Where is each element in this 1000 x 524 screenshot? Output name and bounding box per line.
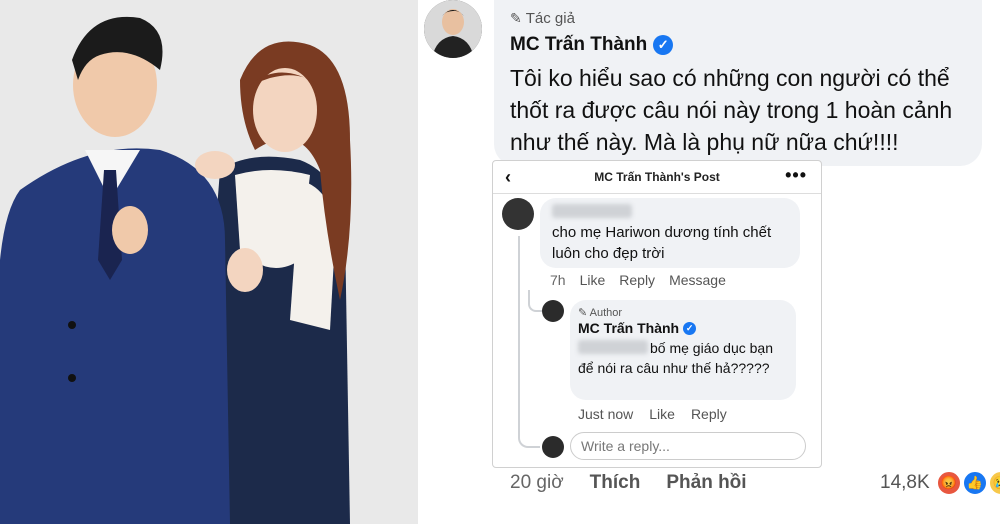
reply-input-avatar (542, 436, 564, 458)
reaction-summary[interactable]: 14,8K 😡 👍 😢 (880, 470, 1000, 496)
reply-button[interactable]: Phản hồi (666, 472, 746, 494)
comment1-reply: Reply (619, 272, 656, 288)
angry-reaction-icon: 😡 (935, 470, 962, 496)
reply-author-avatar (542, 300, 564, 322)
comment2-name-row: MC Trấn Thành ✓ (578, 320, 697, 336)
comment2-like: Like (649, 406, 675, 422)
comment2-actions: Just now Like Reply (578, 406, 727, 422)
thread-connector (528, 290, 542, 312)
commenter-avatar (502, 198, 534, 230)
author-avatar[interactable] (424, 0, 482, 58)
author-name-row[interactable]: MC Trấn Thành ✓ (510, 34, 674, 56)
comment1-text: cho mẹ Hariwon dương tính chết luôn cho … (552, 224, 772, 262)
reply-input: Write a reply... (570, 432, 806, 460)
comment2-time: Just now (578, 406, 634, 422)
blurred-name (552, 204, 632, 218)
more-icon: ••• (785, 165, 807, 185)
thread-line (518, 236, 540, 448)
verified-icon: ✓ (683, 321, 697, 335)
promo-photo (0, 0, 418, 524)
sad-reaction-icon: 😢 (987, 470, 1000, 496)
author-name[interactable]: MC Trấn Thành (510, 34, 647, 56)
comment1-actions: 7h Like Reply Message (550, 272, 726, 288)
comment-footer: 20 giờ Thích Phản hồi (510, 472, 747, 494)
verified-icon: ✓ (653, 35, 674, 55)
comment2-name: MC Trấn Thành (578, 320, 680, 336)
comment1-time: 7h (550, 272, 566, 288)
comment1-like: Like (579, 272, 606, 288)
like-button[interactable]: Thích (590, 472, 641, 494)
embed-title: MC Trấn Thành's Post (594, 170, 720, 184)
comment2-badge-label: Author (589, 307, 623, 319)
reaction-count[interactable]: 14,8K (880, 472, 930, 494)
pen-icon: ✎ (578, 307, 588, 319)
comment2-reply: Reply (690, 406, 727, 422)
comment2-badge: ✎ Author (578, 306, 622, 319)
embed-header: ‹ MC Trấn Thành's Post ••• (493, 161, 821, 194)
author-badge-label: Tác giả (525, 10, 575, 27)
couple-illustration (0, 0, 418, 524)
pen-icon: ✎ (510, 10, 522, 26)
comment2-text: bố mẹ giáo dục bạn để nói ra câu như thế… (578, 340, 773, 376)
back-arrow-icon: ‹ (505, 167, 511, 187)
comment-time[interactable]: 20 giờ (510, 472, 564, 494)
author-badge: ✎ Tác giả (510, 10, 575, 27)
comment-text: Tôi ko hiểu sao có những con người có th… (510, 65, 953, 155)
comment1-message: Message (669, 272, 726, 288)
like-reaction-icon: 👍 (961, 470, 988, 496)
